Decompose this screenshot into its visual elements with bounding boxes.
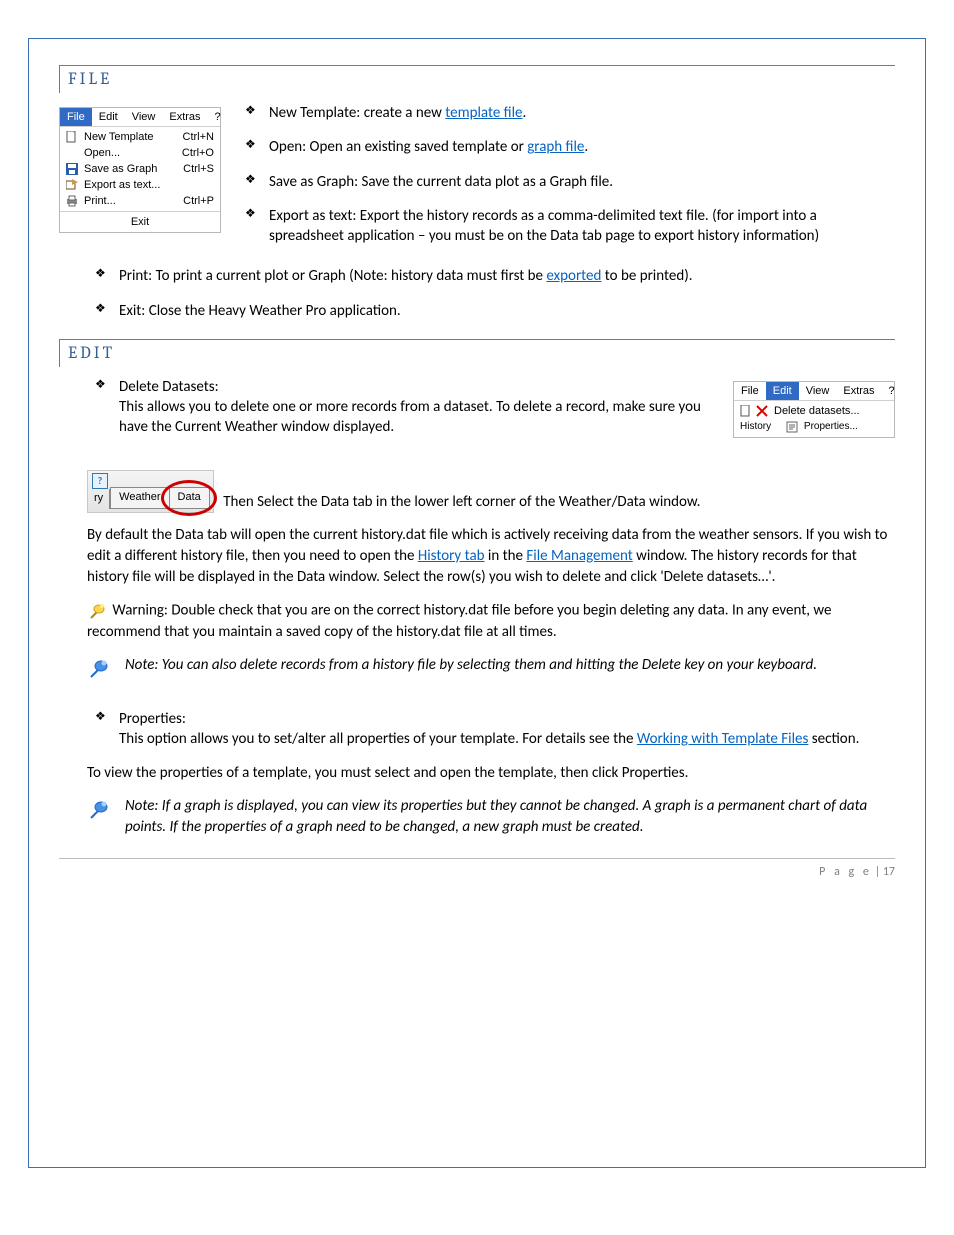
bullet-open: Open: Open an existing saved template or… [241, 137, 895, 157]
menu-item-open[interactable]: Open... Ctrl+O [60, 145, 220, 161]
tab-fragment: ry [92, 489, 110, 508]
new-file-icon-2 [740, 405, 752, 417]
warning-paragraph: Warning: Double check that you are on th… [87, 600, 895, 643]
bullet-properties: Properties: This option allows you to se… [91, 709, 895, 750]
menubar-edit: File Edit View Extras ? [734, 382, 894, 401]
new-file-icon [66, 131, 78, 143]
export-icon [66, 179, 78, 191]
delete-x-icon [756, 405, 768, 417]
menu-edit-2[interactable]: Edit [766, 382, 799, 400]
edit-menu-screenshot: File Edit View Extras ? Delete datasets.… [733, 381, 895, 438]
menu-view-2[interactable]: View [799, 382, 837, 400]
link-exported[interactable]: exported [546, 267, 601, 285]
page: FILE File Edit View Extras ? New Templat… [28, 38, 926, 1168]
menu-item-delete-datasets[interactable]: Delete datasets... [734, 403, 894, 419]
menu-help-2[interactable]: ? [882, 382, 902, 400]
data-tab-paragraph: By default the Data tab will open the cu… [87, 525, 895, 588]
menu-edit[interactable]: Edit [92, 108, 125, 126]
bullet-save-as-graph: Save as Graph: Save the current data plo… [241, 172, 895, 192]
menu-file[interactable]: File [60, 108, 92, 126]
section-heading-edit: EDIT [59, 339, 895, 367]
note-graph-properties: Note: If a graph is displayed, you can v… [125, 796, 895, 838]
page-footer: P a g e | 17 [59, 858, 895, 879]
menubar: File Edit View Extras ? [60, 108, 220, 127]
link-graph-file[interactable]: graph file [527, 138, 584, 156]
menu-item-exit[interactable]: Exit [60, 214, 220, 230]
bullet-print: Print: To print a current plot or Graph … [91, 266, 895, 286]
print-icon [66, 195, 78, 207]
menu-item-save-as-graph[interactable]: Save as Graph Ctrl+S [60, 161, 220, 177]
link-template-file[interactable]: template file [445, 104, 522, 122]
section-heading-file: FILE [59, 65, 895, 93]
tab-weather[interactable]: Weather [110, 487, 169, 508]
note-delete-key: Note: You can also delete records from a… [125, 655, 817, 676]
properties-icon [786, 421, 798, 433]
bullet-export-as-text: Export as text: Export the history recor… [241, 206, 895, 247]
link-file-management[interactable]: File Management [526, 547, 632, 565]
pushpin-blue-icon [87, 655, 113, 681]
pushpin-blue-icon-2 [87, 796, 113, 822]
tabs-screenshot: ? ry Weather Data [87, 470, 214, 513]
link-history-tab[interactable]: History tab [418, 547, 485, 565]
save-icon [66, 163, 78, 175]
help-icon: ? [92, 473, 108, 489]
link-working-with-template-files[interactable]: Working with Template Files [637, 730, 809, 748]
file-menu-screenshot: File Edit View Extras ? New Template Ctr… [59, 107, 221, 233]
properties-view-paragraph: To view the properties of a template, yo… [87, 763, 895, 784]
menu-extras-2[interactable]: Extras [836, 382, 881, 400]
bullet-delete-datasets: Delete Datasets: This allows you to dele… [91, 377, 715, 438]
menu-item-export-as-text[interactable]: Export as text... [60, 177, 220, 193]
tab-sentence: Then Select the Data tab in the lower le… [223, 493, 700, 511]
menu-item-new-template[interactable]: New Template Ctrl+N [60, 129, 220, 145]
bullet-exit: Exit: Close the Heavy Weather Pro applic… [91, 301, 895, 321]
pushpin-yellow-icon [87, 600, 109, 622]
menu-help[interactable]: ? [208, 108, 228, 126]
menu-item-properties[interactable]: History Properties... [734, 419, 894, 435]
menu-extras[interactable]: Extras [162, 108, 207, 126]
tab-data[interactable]: Data [169, 487, 210, 508]
menu-file-2[interactable]: File [734, 382, 766, 400]
menu-item-print[interactable]: Print... Ctrl+P [60, 193, 220, 209]
bullet-new-template: New Template: create a new template file… [241, 103, 895, 123]
menu-view[interactable]: View [125, 108, 163, 126]
